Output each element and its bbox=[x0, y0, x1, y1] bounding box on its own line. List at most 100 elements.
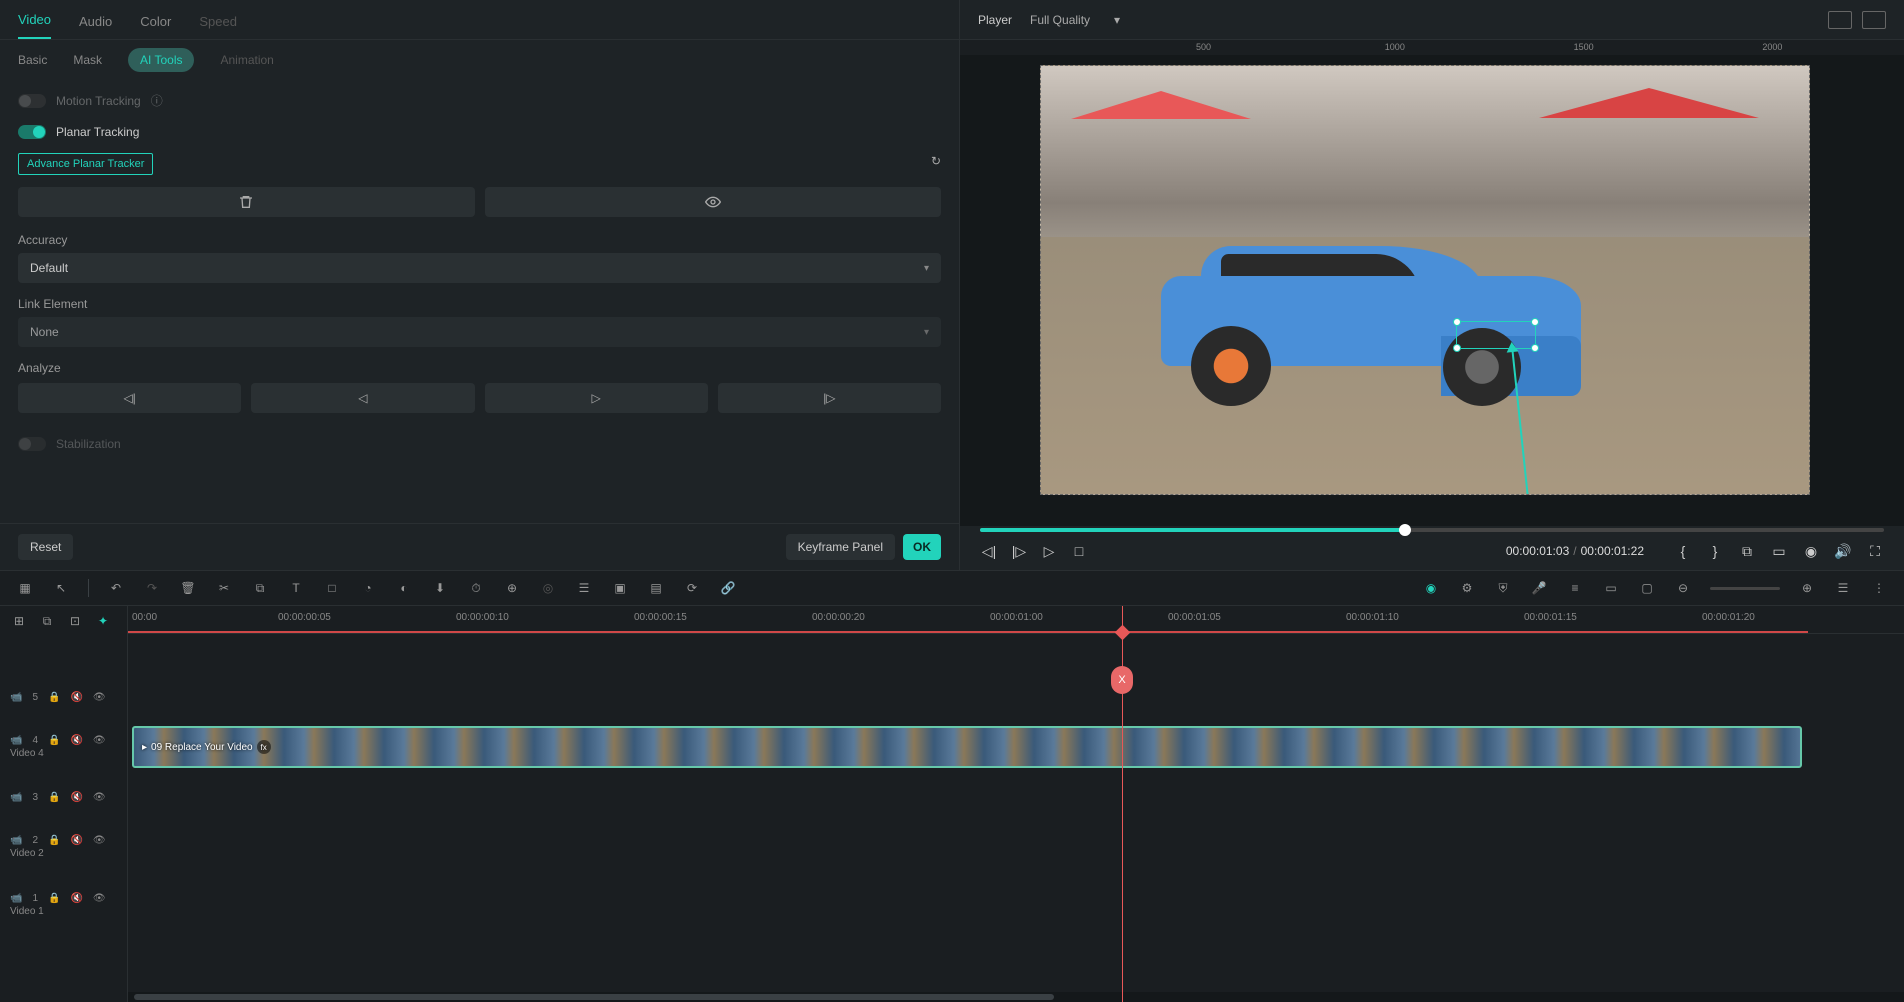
audio-mix-icon[interactable]: ≡ bbox=[1566, 579, 1584, 597]
redo-icon[interactable]: ↷ bbox=[143, 579, 161, 597]
visible-icon[interactable]: 👁 bbox=[93, 735, 106, 746]
mute-icon[interactable]: 🔇 bbox=[70, 735, 82, 746]
shield-icon[interactable]: ⛨ bbox=[1494, 579, 1512, 597]
track-row-marker[interactable] bbox=[128, 634, 1904, 676]
speed-icon[interactable]: ⏱ bbox=[467, 579, 485, 597]
track-row-4[interactable]: ▸ 09 Replace Your Video fx bbox=[128, 718, 1904, 776]
tab-audio[interactable]: Audio bbox=[79, 14, 112, 39]
mute-icon[interactable]: 🔇 bbox=[70, 835, 82, 846]
track-head-2[interactable]: 📹2🔒🔇👁 Video 2 bbox=[0, 818, 127, 876]
mute-icon[interactable]: 🔇 bbox=[70, 792, 82, 803]
aspect-icon[interactable]: ⧉ bbox=[1738, 542, 1756, 560]
tab-ai-tools[interactable]: AI Tools bbox=[128, 48, 194, 72]
fullscreen-icon[interactable]: ⛶ bbox=[1866, 542, 1884, 560]
volume-icon[interactable]: 🔊 bbox=[1834, 542, 1852, 560]
list-view-icon[interactable]: ☰ bbox=[1834, 579, 1852, 597]
zoom-in-icon[interactable]: ⊕ bbox=[1798, 579, 1816, 597]
analyze-reverse-to-start-button[interactable]: ◁| bbox=[18, 383, 241, 413]
tab-basic[interactable]: Basic bbox=[18, 53, 47, 67]
screen-icon[interactable]: ▭ bbox=[1770, 542, 1788, 560]
crop-icon[interactable]: ⧉ bbox=[251, 579, 269, 597]
visibility-mask-button[interactable] bbox=[485, 187, 942, 217]
undo-icon[interactable]: ↶ bbox=[107, 579, 125, 597]
quality-dropdown[interactable]: Full Quality ▾ bbox=[1030, 13, 1120, 27]
lock-icon[interactable]: 🔒 bbox=[48, 792, 60, 803]
lock-icon[interactable]: 🔒 bbox=[48, 835, 60, 846]
tab-color[interactable]: Color bbox=[140, 14, 171, 39]
scope-view-icon[interactable] bbox=[1862, 11, 1886, 29]
keyframe-panel-button[interactable]: Keyframe Panel bbox=[786, 534, 895, 560]
mute-icon[interactable]: 🔇 bbox=[70, 893, 82, 904]
player-canvas[interactable] bbox=[960, 55, 1904, 526]
rotate-icon[interactable]: ⟳ bbox=[683, 579, 701, 597]
delete-mask-button[interactable] bbox=[18, 187, 475, 217]
lock-icon[interactable]: 🔒 bbox=[48, 735, 60, 746]
layer-icon[interactable]: ▤ bbox=[647, 579, 665, 597]
gear-icon[interactable]: ⚙ bbox=[1458, 579, 1476, 597]
effects-icon[interactable]: ◐ bbox=[395, 579, 413, 597]
auto-icon[interactable]: ⊕ bbox=[503, 579, 521, 597]
playhead-badge[interactable]: X bbox=[1111, 666, 1133, 694]
reset-tracker-icon[interactable]: ↻ bbox=[931, 154, 941, 168]
next-frame-button[interactable]: |▷ bbox=[1010, 542, 1028, 560]
analyze-forward-to-end-button[interactable]: |▷ bbox=[718, 383, 941, 413]
prev-frame-button[interactable]: ◁| bbox=[980, 542, 998, 560]
track-row-2[interactable] bbox=[128, 818, 1904, 876]
marker-icon[interactable]: ▢ bbox=[1638, 579, 1656, 597]
planar-tracking-toggle[interactable] bbox=[18, 125, 46, 139]
delete-icon[interactable]: 🗑 bbox=[179, 579, 197, 597]
lock-icon[interactable]: 🔒 bbox=[48, 893, 60, 904]
tracker-rect[interactable] bbox=[1456, 321, 1536, 349]
analyze-reverse-button[interactable]: ◁ bbox=[251, 383, 474, 413]
compare-view-icon[interactable] bbox=[1828, 11, 1852, 29]
play-button[interactable]: ▷ bbox=[1040, 542, 1058, 560]
color-icon[interactable]: ◎ bbox=[539, 579, 557, 597]
video-clip[interactable]: ▸ 09 Replace Your Video fx bbox=[132, 726, 1802, 768]
track-head-4[interactable]: 📹4🔒🔇👁 Video 4 bbox=[0, 718, 127, 776]
track-row-3[interactable] bbox=[128, 776, 1904, 818]
split-icon[interactable]: ✂ bbox=[215, 579, 233, 597]
select-tool-icon[interactable]: ▦ bbox=[16, 579, 34, 597]
stop-button[interactable]: □ bbox=[1070, 542, 1088, 560]
link-tracks-icon[interactable]: ⧉ bbox=[38, 612, 56, 630]
player-scrubber[interactable] bbox=[960, 526, 1904, 532]
mute-icon[interactable]: 🔇 bbox=[70, 692, 82, 703]
track-row-1[interactable] bbox=[128, 876, 1904, 934]
visible-icon[interactable]: 👁 bbox=[93, 792, 106, 803]
analyze-forward-button[interactable]: ▷ bbox=[485, 383, 708, 413]
timeline-scrollbar[interactable] bbox=[128, 992, 1904, 1002]
ai-icon[interactable]: ◉ bbox=[1422, 579, 1440, 597]
auto-ripple-icon[interactable]: ✦ bbox=[94, 612, 112, 630]
pointer-tool-icon[interactable]: ↖ bbox=[52, 579, 70, 597]
reset-button[interactable]: Reset bbox=[18, 534, 73, 560]
mark-in-icon[interactable]: { bbox=[1674, 542, 1692, 560]
zoom-out-icon[interactable]: ⊖ bbox=[1674, 579, 1692, 597]
adjust-icon[interactable]: ☰ bbox=[575, 579, 593, 597]
visible-icon[interactable]: 👁 bbox=[93, 835, 106, 846]
text-icon[interactable]: T bbox=[287, 579, 305, 597]
tab-video[interactable]: Video bbox=[18, 12, 51, 39]
visible-icon[interactable]: 👁 bbox=[93, 692, 106, 703]
accuracy-dropdown[interactable]: Default ▾ bbox=[18, 253, 941, 283]
snapshot-icon[interactable]: ◉ bbox=[1802, 542, 1820, 560]
lock-icon[interactable]: 🔒 bbox=[48, 692, 60, 703]
shape-icon[interactable]: □ bbox=[323, 579, 341, 597]
visible-icon[interactable]: 👁 bbox=[93, 893, 106, 904]
tracks-area[interactable]: 00:00 00:00:00:05 00:00:00:10 00:00:00:1… bbox=[128, 606, 1904, 1002]
timeline-ruler[interactable]: 00:00 00:00:00:05 00:00:00:10 00:00:00:1… bbox=[128, 606, 1904, 634]
scrollbar-thumb[interactable] bbox=[134, 994, 1054, 1000]
settings-icon[interactable]: ⋮ bbox=[1870, 579, 1888, 597]
magnet-icon[interactable]: ⊡ bbox=[66, 612, 84, 630]
render-icon[interactable]: ▭ bbox=[1602, 579, 1620, 597]
track-head-5[interactable]: 📹5🔒🔇👁 bbox=[0, 676, 127, 718]
track-row-5[interactable] bbox=[128, 676, 1904, 718]
group-icon[interactable]: ▣ bbox=[611, 579, 629, 597]
advance-planar-tracker-badge[interactable]: Advance Planar Tracker bbox=[18, 153, 153, 175]
mic-icon[interactable]: 🎤 bbox=[1530, 579, 1548, 597]
zoom-slider[interactable] bbox=[1710, 587, 1780, 590]
track-head-1[interactable]: 📹1🔒🔇👁 Video 1 bbox=[0, 876, 127, 934]
tab-mask[interactable]: Mask bbox=[73, 53, 102, 67]
mask-icon[interactable]: ◔ bbox=[359, 579, 377, 597]
clip-fx-badge[interactable]: fx bbox=[257, 740, 271, 754]
track-head-3[interactable]: 📹3🔒🔇👁 bbox=[0, 776, 127, 818]
